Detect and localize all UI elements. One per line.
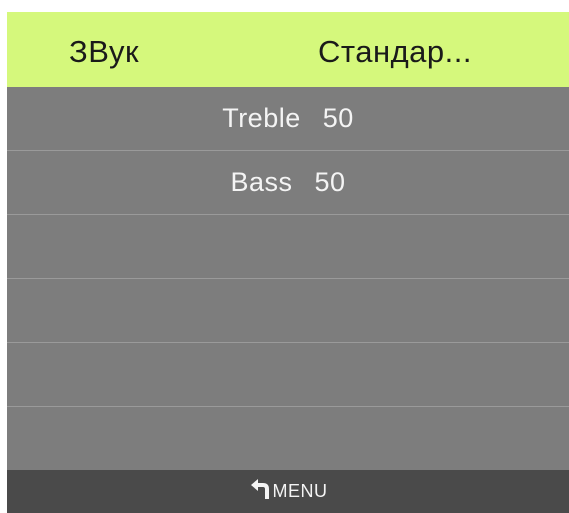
empty-row xyxy=(7,215,569,279)
setting-row-bass[interactable]: Bass 50 xyxy=(7,151,569,215)
settings-list: Treble 50 Bass 50 xyxy=(7,87,569,471)
empty-row xyxy=(7,279,569,343)
menu-button[interactable]: MENU xyxy=(7,470,569,513)
settings-screen: ЗВук Стандар... Treble 50 Bass 50 MENU xyxy=(7,12,569,513)
selected-preset[interactable]: Стандар... xyxy=(318,34,472,70)
menu-title: ЗВук xyxy=(69,34,140,69)
setting-value: 50 xyxy=(322,103,354,133)
empty-row xyxy=(7,343,569,407)
setting-value: 50 xyxy=(314,167,346,197)
empty-row xyxy=(7,407,569,471)
back-arrow-icon xyxy=(249,478,271,500)
menu-label: MENU xyxy=(272,481,328,501)
setting-label: Treble xyxy=(222,103,301,133)
setting-label: Bass xyxy=(230,167,293,197)
setting-row-treble[interactable]: Treble 50 xyxy=(7,87,569,151)
header-bar[interactable]: ЗВук Стандар... xyxy=(7,12,569,87)
